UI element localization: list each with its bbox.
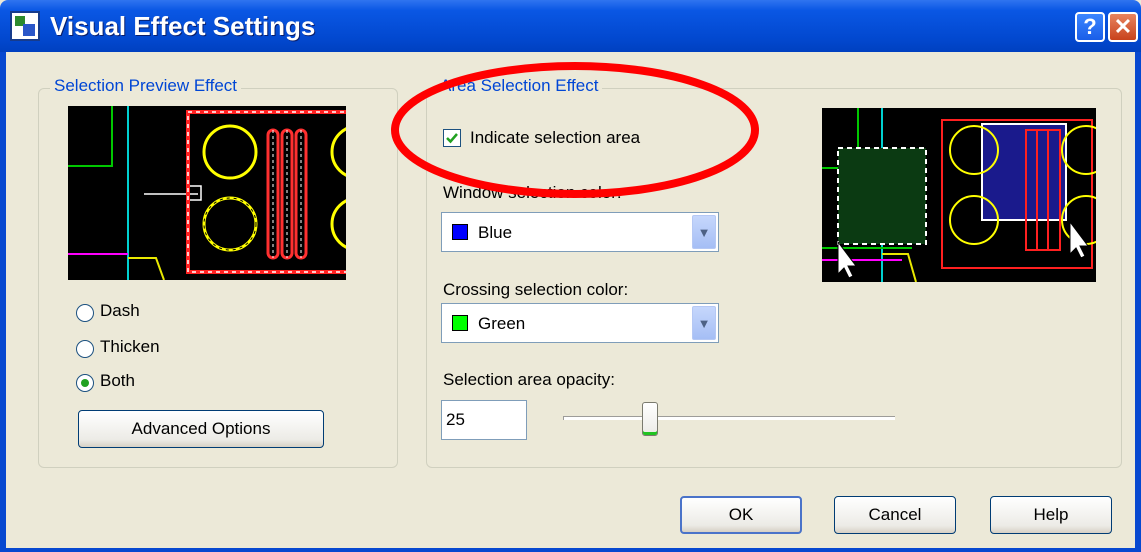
window-frame-left bbox=[0, 52, 6, 552]
opacity-input[interactable]: 25 bbox=[441, 400, 527, 440]
area-selection-preview-image bbox=[822, 108, 1096, 282]
selection-preview-image bbox=[68, 106, 346, 280]
opacity-label: Selection area opacity: bbox=[443, 370, 615, 389]
area-preview-drawing bbox=[822, 108, 1096, 282]
opacity-slider-track[interactable] bbox=[563, 416, 895, 420]
opacity-slider-thumb[interactable] bbox=[642, 402, 658, 436]
title-close-button[interactable]: ✕ bbox=[1108, 12, 1138, 42]
radio-dash[interactable] bbox=[76, 304, 94, 322]
radio-thicken-label: Thicken bbox=[100, 337, 160, 356]
preview-drawing bbox=[68, 106, 346, 280]
annotation-ellipse bbox=[391, 62, 759, 198]
app-icon bbox=[10, 11, 40, 41]
blue-swatch-icon bbox=[452, 224, 468, 240]
window-frame-right bbox=[1135, 52, 1141, 552]
crossing-color-label: Crossing selection color: bbox=[443, 280, 629, 299]
title-help-button[interactable]: ? bbox=[1075, 12, 1105, 42]
chevron-down-icon[interactable]: ▼ bbox=[692, 306, 716, 340]
chevron-down-icon[interactable]: ▼ bbox=[692, 215, 716, 249]
selection-preview-legend: Selection Preview Effect bbox=[50, 76, 241, 96]
radio-both-label: Both bbox=[100, 371, 135, 390]
window-title: Visual Effect Settings bbox=[50, 11, 316, 41]
window-frame-bottom bbox=[0, 548, 1141, 552]
crossing-color-value: Green bbox=[478, 314, 526, 333]
help-button[interactable]: Help bbox=[990, 496, 1112, 534]
window-color-value: Blue bbox=[478, 223, 513, 242]
radio-selected-dot bbox=[81, 379, 89, 387]
window-color-select[interactable]: Blue ▼ bbox=[441, 212, 719, 252]
radio-thicken[interactable] bbox=[76, 340, 94, 358]
advanced-options-button[interactable]: Advanced Options bbox=[78, 410, 324, 448]
ok-button[interactable]: OK bbox=[680, 496, 802, 534]
radio-both[interactable] bbox=[76, 374, 94, 392]
radio-dash-label: Dash bbox=[100, 301, 140, 320]
crossing-color-select[interactable]: Green ▼ bbox=[441, 303, 719, 343]
green-swatch-icon bbox=[452, 315, 468, 331]
cancel-button[interactable]: Cancel bbox=[834, 496, 956, 534]
